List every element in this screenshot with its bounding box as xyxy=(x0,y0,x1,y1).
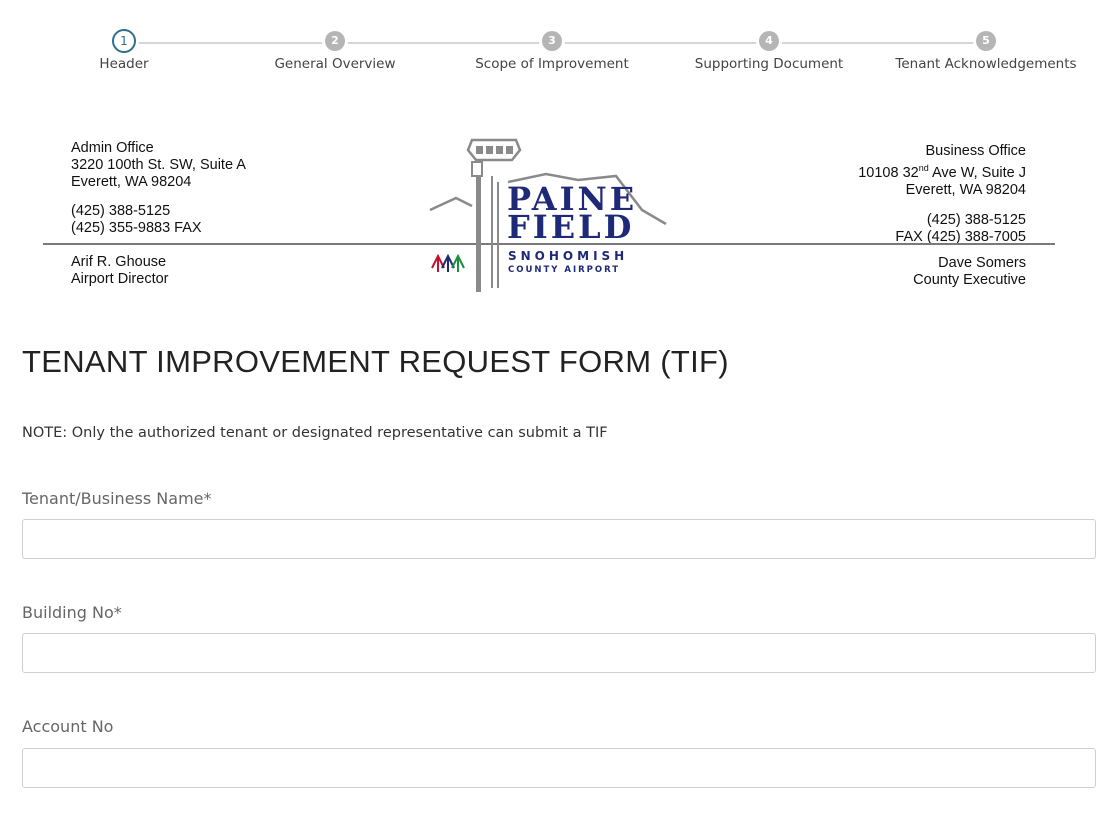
paine-field-logo: PAINE FIELD SNOHOMISH COUNTY AIRPORT xyxy=(429,138,667,292)
executive-block: Dave Somers County Executive xyxy=(913,255,1026,289)
tenant-business-name-label: Tenant/Business Name* xyxy=(22,489,212,508)
logo-line-county-airport: COUNTY AIRPORT xyxy=(508,265,620,275)
director-block: Arif R. Ghouse Airport Director xyxy=(71,254,169,288)
admin-office-title: Admin Office xyxy=(71,140,154,156)
business-office-title: Business Office xyxy=(925,143,1026,159)
director-title: Airport Director xyxy=(71,271,169,287)
step-label: Scope of Improvement xyxy=(475,56,629,72)
logo-line-field: FIELD xyxy=(507,208,634,246)
step-header[interactable]: 1 Header xyxy=(24,29,224,72)
building-no-input[interactable] xyxy=(22,633,1096,673)
step-label: Tenant Acknowledgements xyxy=(895,56,1077,72)
step-number: 3 xyxy=(542,31,562,51)
step-number: 4 xyxy=(759,31,779,51)
admin-office-fax: (425) 355-9883 FAX xyxy=(71,220,202,236)
admin-office-address1: 3220 100th St. SW, Suite A xyxy=(71,157,246,173)
step-tenant-acknowledgements[interactable]: 5 Tenant Acknowledgements xyxy=(886,31,1086,72)
step-general-overview[interactable]: 2 General Overview xyxy=(235,31,435,72)
executive-title: County Executive xyxy=(913,272,1026,288)
step-number: 5 xyxy=(976,31,996,51)
step-label: Header xyxy=(99,56,149,72)
business-office-address2: Everett, WA 98204 xyxy=(905,181,1026,198)
executive-name: Dave Somers xyxy=(938,255,1026,271)
logo-line-snohomish: SNOHOMISH xyxy=(508,249,628,263)
admin-office-block: Admin Office 3220 100th St. SW, Suite A … xyxy=(71,140,246,237)
business-office-phone: (425) 388-5125 xyxy=(926,211,1026,228)
letterhead: Admin Office 3220 100th St. SW, Suite A … xyxy=(0,120,1118,300)
account-no-label: Account No xyxy=(22,717,114,736)
step-scope-of-improvement[interactable]: 3 Scope of Improvement xyxy=(452,31,652,72)
business-office-address1: 10108 32nd Ave W, Suite J xyxy=(858,163,1026,181)
admin-office-phone: (425) 388-5125 xyxy=(71,203,171,219)
step-number: 1 xyxy=(112,29,136,53)
step-supporting-document[interactable]: 4 Supporting Document xyxy=(669,31,869,72)
admin-office-address2: Everett, WA 98204 xyxy=(71,174,192,190)
account-no-input[interactable] xyxy=(22,748,1096,788)
progress-stepper: 1 Header 2 General Overview 3 Scope of I… xyxy=(0,0,1118,90)
form-note: NOTE: Only the authorized tenant or desi… xyxy=(22,425,608,441)
building-no-label: Building No* xyxy=(22,603,122,622)
tenant-business-name-input[interactable] xyxy=(22,519,1096,559)
page-title: TENANT IMPROVEMENT REQUEST FORM (TIF) xyxy=(22,344,729,379)
colored-mark-icon xyxy=(431,253,465,272)
step-label: Supporting Document xyxy=(694,56,844,72)
business-office-block: Business Office 10108 32nd Ave W, Suite … xyxy=(858,143,1026,246)
director-name: Arif R. Ghouse xyxy=(71,254,167,270)
step-number: 2 xyxy=(325,31,345,51)
step-label: General Overview xyxy=(274,56,396,72)
